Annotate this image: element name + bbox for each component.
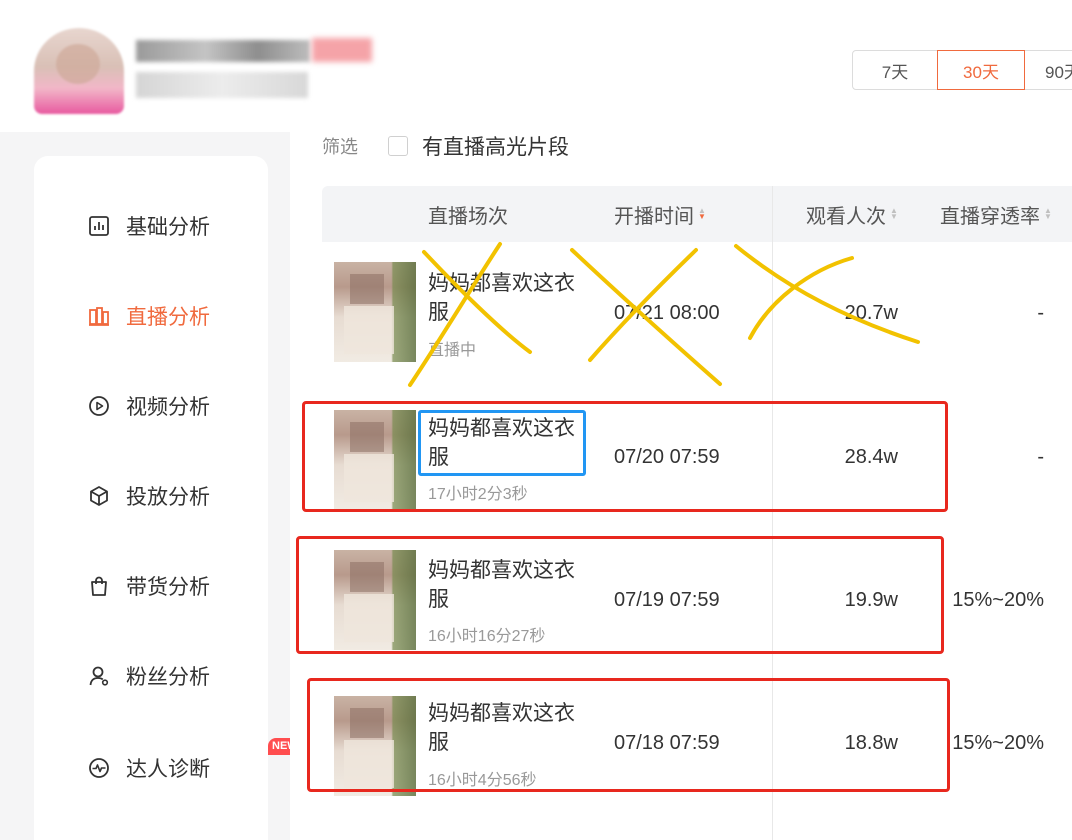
- sidebar-item-label: 视频分析: [126, 396, 210, 419]
- sidebar-item-fans[interactable]: 粉丝分析: [88, 660, 210, 692]
- cube-icon: [88, 485, 110, 507]
- table-header: 直播场次 开播时间 ▲ ▼ 观看人次 ▲ ▼ 直播穿透率 ▲ ▼: [322, 186, 1072, 242]
- table-row[interactable]: 妈妈都喜欢这衣服 直播中 07/21 08:00 20.7w -: [322, 250, 1072, 392]
- account-info-blurred: [136, 72, 308, 98]
- penetration-rate: -: [1037, 302, 1044, 324]
- profile-header: 7天 30天 90天: [0, 0, 1072, 132]
- column-session: 直播场次: [428, 205, 508, 228]
- live-title[interactable]: 妈妈都喜欢这衣服: [428, 269, 598, 327]
- sort-icon[interactable]: ▲ ▼: [698, 207, 706, 221]
- column-views[interactable]: 观看人次 ▲ ▼: [806, 186, 898, 242]
- highlight-box-row-2: [302, 401, 948, 512]
- highlight-option-label[interactable]: 有直播高光片段: [422, 131, 569, 161]
- sidebar-item-video[interactable]: 视频分析: [88, 390, 210, 422]
- sidebar-item-label: 投放分析: [126, 486, 210, 509]
- highlight-box-title: [418, 410, 586, 476]
- highlight-checkbox[interactable]: [388, 136, 408, 156]
- live-icon: [88, 305, 110, 327]
- sidebar-item-label: 基础分析: [126, 216, 210, 239]
- sidebar: 基础分析 直播分析 视频分析 投放分析 带货分析 粉丝分析 达人诊断 NEW: [34, 156, 302, 840]
- user-icon: [88, 665, 110, 687]
- sidebar-item-basic[interactable]: 基础分析: [88, 210, 210, 242]
- live-status: 直播中: [428, 342, 477, 359]
- bar-chart-icon: [88, 215, 110, 237]
- column-start-time[interactable]: 开播时间 ▲ ▼: [614, 186, 706, 242]
- filter-bar: 筛选 有直播高光片段: [322, 132, 569, 160]
- date-range-selector: 7天 30天 90天: [852, 50, 1072, 92]
- highlight-box-row-4: [307, 678, 950, 792]
- account-tag-blurred: [312, 38, 372, 62]
- sort-icon[interactable]: ▲ ▼: [890, 207, 898, 221]
- play-circle-icon: [88, 395, 110, 417]
- sidebar-item-commerce[interactable]: 带货分析: [88, 570, 210, 602]
- shopping-bag-icon: [88, 575, 110, 597]
- sidebar-item-diagnosis[interactable]: 达人诊断 NEW: [88, 738, 302, 784]
- range-7d-button[interactable]: 7天: [852, 50, 938, 90]
- account-name-blurred: [136, 40, 310, 62]
- view-count: 20.7w: [844, 302, 898, 324]
- sidebar-item-ads[interactable]: 投放分析: [88, 480, 210, 512]
- sidebar-item-label: 粉丝分析: [126, 666, 210, 689]
- sidebar-item-label: 带货分析: [126, 576, 210, 599]
- sidebar-item-live[interactable]: 直播分析: [88, 300, 210, 332]
- range-30d-button[interactable]: 30天: [937, 50, 1025, 90]
- start-time: 07/21 08:00: [614, 302, 720, 324]
- highlight-box-row-3: [296, 536, 944, 654]
- avatar: [34, 28, 124, 114]
- sidebar-item-label: 直播分析: [126, 306, 210, 329]
- sort-icon[interactable]: ▲ ▼: [1044, 207, 1052, 221]
- filter-label: 筛选: [322, 137, 358, 157]
- pulse-icon: [88, 757, 110, 779]
- column-penetration[interactable]: 直播穿透率 ▲ ▼: [940, 186, 1052, 242]
- range-90d-button[interactable]: 90天: [1024, 50, 1072, 90]
- sidebar-item-label: 达人诊断: [126, 758, 210, 781]
- live-thumbnail[interactable]: [334, 262, 416, 362]
